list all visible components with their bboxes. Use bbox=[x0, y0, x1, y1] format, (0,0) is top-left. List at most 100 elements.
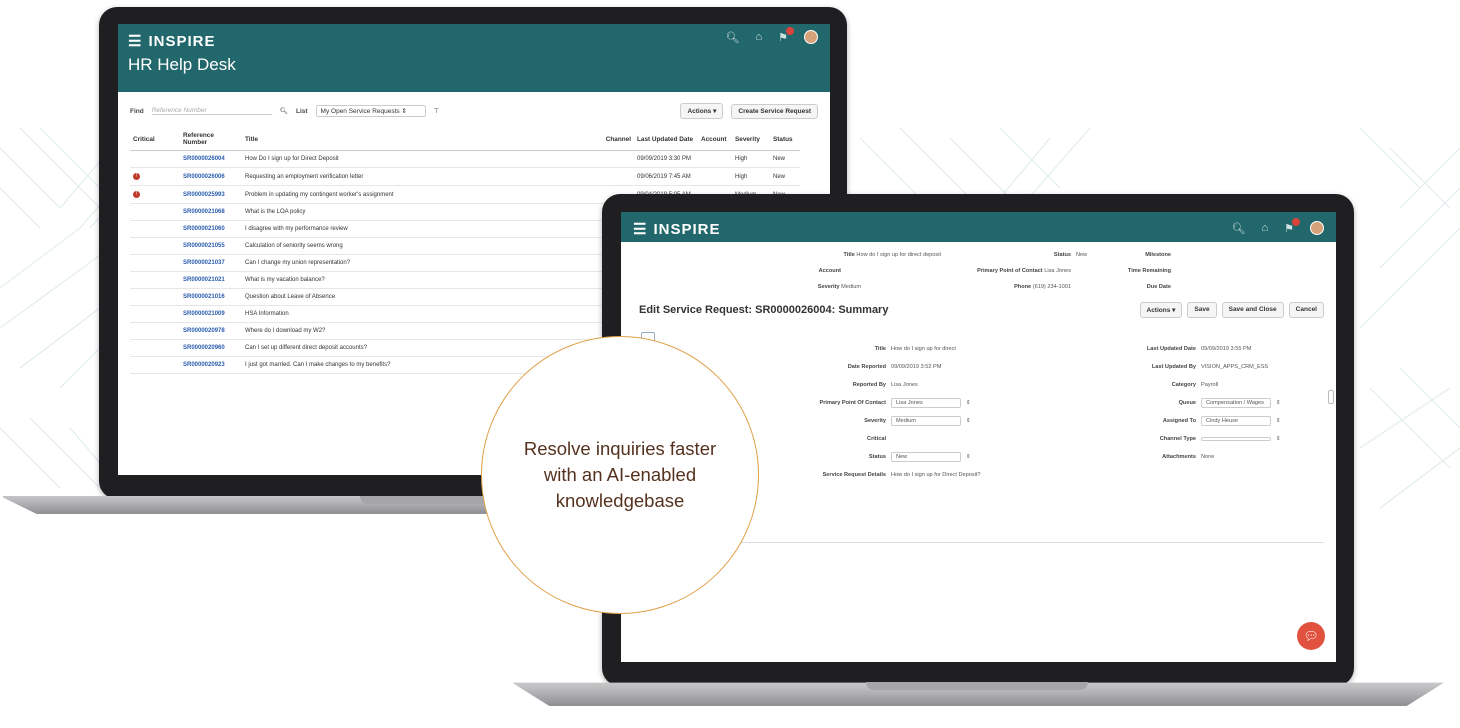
reference-number-cell[interactable]: SR0000026006 bbox=[180, 167, 242, 186]
avatar[interactable] bbox=[804, 30, 818, 44]
field-value[interactable]: Compensation / Wages bbox=[1201, 398, 1271, 408]
field-value[interactable]: How do I sign up for direct bbox=[891, 346, 956, 352]
back-app-header: ☰ INSPIRE HR Help Desk 🔍︎ ⌂ ⚑ bbox=[118, 24, 830, 92]
reference-number-cell[interactable]: SR0000020923 bbox=[180, 356, 242, 374]
column-header[interactable]: Reference Number bbox=[180, 128, 242, 151]
search-toolbar: Find Reference Number 🔍︎ List My Open Se… bbox=[118, 100, 830, 122]
page-title: HR Help Desk bbox=[128, 55, 236, 74]
field-value[interactable]: 09/09/2019 3:55 PM bbox=[1201, 346, 1251, 352]
title-cell: I disagree with my performance review bbox=[242, 220, 603, 238]
reference-number-cell[interactable]: SR0000021060 bbox=[180, 220, 242, 238]
title-cell: Question about Leave of Absence bbox=[242, 288, 603, 306]
field-value[interactable]: VISION_APPS_CRM_ESS bbox=[1201, 364, 1268, 370]
field-label: Date Reported bbox=[847, 364, 886, 370]
column-header[interactable]: Severity bbox=[732, 128, 770, 151]
table-row[interactable]: ! SR0000026006 Requesting an employment ve… bbox=[130, 167, 800, 186]
title-cell: HSA Information bbox=[242, 305, 603, 323]
reference-number-cell[interactable]: SR0000025993 bbox=[180, 185, 242, 204]
title-cell: Problem in updating my contingent worker… bbox=[242, 185, 603, 204]
avatar[interactable] bbox=[1310, 221, 1324, 235]
column-header[interactable]: Critical bbox=[130, 128, 180, 151]
save-and-close-button[interactable]: Save and Close bbox=[1221, 302, 1284, 318]
header-ppoc-value: Lisa Jones bbox=[1044, 268, 1071, 274]
field-label: Last Updated Date bbox=[1146, 346, 1196, 352]
chat-icon[interactable]: 💬︎ bbox=[1297, 622, 1325, 650]
field-value[interactable]: Lisa Jones bbox=[891, 398, 961, 408]
select-chevron-icon[interactable]: ⇕ bbox=[966, 454, 971, 460]
home-icon[interactable]: ⌂ bbox=[1261, 222, 1268, 234]
field-label: Assigned To bbox=[1162, 418, 1196, 424]
select-chevron-icon[interactable]: ⇕ bbox=[966, 418, 971, 424]
select-chevron-icon[interactable]: ⇕ bbox=[1276, 418, 1281, 424]
search-icon[interactable]: 🔍︎ bbox=[280, 107, 288, 115]
field-value[interactable]: 09/09/2019 3:52 PM bbox=[891, 364, 941, 370]
title-cell: What is my vacation balance? bbox=[242, 271, 603, 289]
column-header[interactable]: Title bbox=[242, 128, 603, 151]
search-icon[interactable]: 🔍︎ bbox=[1232, 222, 1246, 235]
hamburger-menu-icon[interactable]: ☰ bbox=[633, 220, 647, 238]
reference-number-cell[interactable]: SR0000021021 bbox=[180, 271, 242, 289]
notification-badge bbox=[786, 26, 794, 35]
column-header[interactable]: Last Updated Date bbox=[634, 128, 698, 151]
hamburger-menu-icon[interactable]: ☰ bbox=[128, 32, 142, 50]
reference-number-cell[interactable]: SR0000021037 bbox=[180, 254, 242, 272]
select-chevron-icon[interactable]: ⇕ bbox=[1276, 400, 1281, 406]
form-row: Assigned To Cindy Heuse ⇕ bbox=[1101, 412, 1321, 430]
table-row[interactable]: SR0000026004 How Do I sign up for Direct … bbox=[130, 150, 800, 168]
severity-cell: High bbox=[732, 167, 770, 186]
reference-number-cell[interactable]: SR0000021068 bbox=[180, 203, 242, 221]
form-row: Service Request Details How do I sign up … bbox=[791, 466, 1011, 484]
notifications-icon[interactable]: ⚑ bbox=[1284, 217, 1300, 235]
actions-button[interactable]: Actions ▾ bbox=[680, 103, 724, 119]
column-header[interactable]: Account bbox=[698, 128, 732, 151]
column-header[interactable]: Channel bbox=[602, 128, 634, 151]
list-select[interactable]: My Open Service Requests ⇕ bbox=[315, 105, 426, 117]
field-value[interactable]: None bbox=[1201, 454, 1214, 460]
field-value[interactable]: Cindy Heuse bbox=[1201, 416, 1271, 426]
save-button[interactable]: Save bbox=[1187, 302, 1217, 318]
front-laptop-trackpad-notch bbox=[866, 682, 1088, 690]
field-value[interactable]: How do I sign up for Direct Deposit? bbox=[891, 472, 981, 478]
home-icon[interactable]: ⌂ bbox=[755, 31, 762, 43]
scrollbar-handle[interactable] bbox=[1328, 390, 1334, 404]
cancel-button[interactable]: Cancel bbox=[1288, 302, 1324, 318]
sr-summary-header: Title How do I sign up for direct deposi… bbox=[621, 252, 1336, 302]
header-account-label: Account bbox=[818, 268, 841, 274]
notifications-icon[interactable]: ⚑ bbox=[778, 26, 794, 44]
account-cell bbox=[698, 167, 732, 186]
critical-cell bbox=[130, 339, 180, 357]
field-label: Channel Type bbox=[1159, 436, 1196, 442]
reference-number-cell[interactable]: SR0000020978 bbox=[180, 322, 242, 340]
header-ppoc-label: Primary Point of Contact bbox=[977, 268, 1043, 274]
field-value[interactable]: Payroll bbox=[1201, 382, 1218, 388]
field-value[interactable]: Lisa Jones bbox=[891, 382, 918, 388]
critical-cell bbox=[130, 271, 180, 289]
app-logo: INSPIRE bbox=[148, 32, 216, 50]
search-icon[interactable]: 🔍︎ bbox=[726, 31, 740, 44]
column-header[interactable]: Status bbox=[770, 128, 800, 151]
critical-cell: ! bbox=[130, 185, 180, 204]
field-label: Queue bbox=[1178, 400, 1196, 406]
select-chevron-icon[interactable]: ⇕ bbox=[966, 400, 971, 406]
header-time-remaining-label: Time Remaining bbox=[1127, 268, 1171, 274]
reference-number-cell[interactable]: SR0000021009 bbox=[180, 305, 242, 323]
header-title-label: Title bbox=[843, 252, 855, 258]
account-cell bbox=[698, 150, 732, 168]
reference-number-cell[interactable]: SR0000020960 bbox=[180, 339, 242, 357]
reference-number-cell[interactable]: SR0000021016 bbox=[180, 288, 242, 306]
reference-number-cell[interactable]: SR0000021055 bbox=[180, 237, 242, 255]
find-input[interactable]: Reference Number bbox=[151, 107, 272, 115]
create-service-request-button[interactable]: Create Service Request bbox=[731, 103, 818, 119]
form-row: Severity Medium ⇕ bbox=[791, 412, 1011, 430]
field-value[interactable] bbox=[1201, 437, 1271, 441]
field-label: Critical bbox=[867, 436, 886, 442]
field-value[interactable]: Medium bbox=[891, 416, 961, 426]
field-value[interactable]: New bbox=[891, 452, 961, 462]
notification-badge bbox=[1292, 217, 1300, 226]
reference-number-cell[interactable]: SR0000026004 bbox=[180, 150, 242, 168]
filter-icon[interactable]: ⊤ bbox=[434, 107, 440, 115]
actions-button[interactable]: Actions ▾ bbox=[1139, 302, 1183, 318]
title-cell: What is the LOA policy bbox=[242, 203, 603, 221]
select-chevron-icon[interactable]: ⇕ bbox=[1276, 436, 1281, 442]
actions-button-label: Actions bbox=[1146, 307, 1171, 314]
